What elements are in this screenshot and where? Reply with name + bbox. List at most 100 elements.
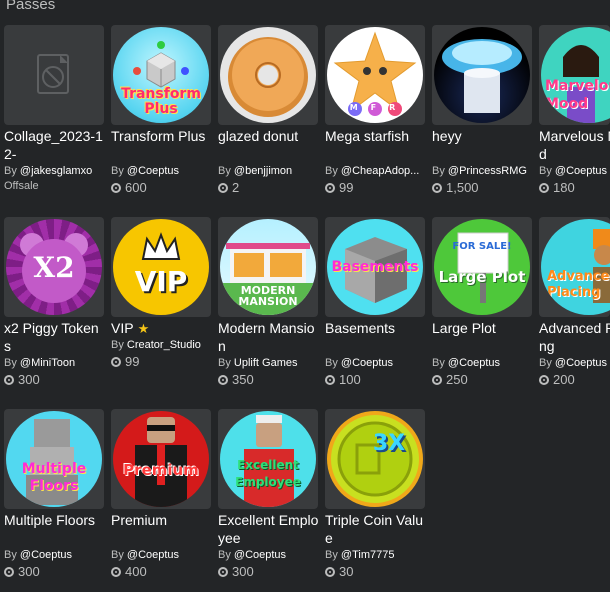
creator-link[interactable]: @benjjimon [234, 165, 292, 177]
creator-link[interactable]: @Coeptus [448, 357, 500, 369]
pass-name[interactable]: Multiple Floors [4, 511, 105, 547]
pass-thumbnail[interactable]: FOR SALE! Large Plot [432, 217, 532, 317]
pass-card-collage[interactable]: Collage_2023-12- By @jakesglamxo Offsale [4, 25, 105, 193]
by-label: By [325, 165, 338, 177]
heyy-image [434, 27, 530, 123]
pass-thumbnail[interactable]: Premium [111, 409, 211, 509]
thumb-caption: X2 [33, 251, 75, 284]
pass-thumbnail[interactable]: Transform Plus [111, 25, 211, 125]
creator-link[interactable]: @Coeptus [555, 357, 607, 369]
pass-thumbnail[interactable]: Basements [325, 217, 425, 317]
pass-name[interactable]: Premium [111, 511, 212, 547]
pass-thumbnail[interactable]: MODERN MANSION [218, 217, 318, 317]
basements-image: Basements [327, 219, 423, 315]
price-value: 30 [339, 564, 354, 579]
pass-thumbnail[interactable]: Advanced Placing [539, 217, 610, 317]
triple-coin-image: 3X [327, 411, 423, 507]
creator-link[interactable]: @CheapAdop... [341, 165, 419, 177]
by-label: By [432, 357, 445, 369]
pass-thumbnail[interactable] [432, 25, 532, 125]
pass-creator: By @Coeptus [111, 163, 212, 179]
price-value: 300 [18, 372, 40, 387]
creator-link[interactable]: Creator_Studio [127, 339, 201, 351]
by-label: By [325, 549, 338, 561]
by-label: By [111, 165, 124, 177]
placeholder-icon [37, 54, 69, 94]
creator-link[interactable]: @PrincessRMG [448, 165, 527, 177]
pass-name[interactable]: Basements [325, 319, 426, 355]
pass-card-basements[interactable]: Basements Basements By @Coeptus 100 [325, 217, 426, 389]
pass-thumbnail[interactable]: Multiple Floors [4, 409, 104, 509]
pass-card-multiple-floors[interactable]: Multiple Floors Multiple Floors By @Coep… [4, 409, 105, 581]
pass-card-heyy[interactable]: heyy By @PrincessRMG 1,500 [432, 25, 533, 197]
pass-name[interactable]: Marvelous Mood [539, 127, 610, 163]
pass-name[interactable]: Transform Plus [111, 127, 212, 163]
pass-name[interactable]: Advanced Placing [539, 319, 610, 355]
pass-thumbnail[interactable] [4, 25, 104, 125]
pass-thumbnail[interactable]: 3X [325, 409, 425, 509]
pass-name[interactable]: Mega starfish [325, 127, 426, 163]
creator-link[interactable]: @Tim7775 [341, 549, 395, 561]
pass-card-transform-plus[interactable]: Transform Plus Transform Plus By @Coeptu… [111, 25, 212, 197]
pass-creator: By @Coeptus [218, 547, 319, 563]
robux-icon [432, 375, 442, 385]
pass-price: 350 [218, 371, 319, 389]
pass-thumbnail[interactable]: X2 [4, 217, 104, 317]
pass-name[interactable]: Collage_2023-12- [4, 127, 105, 163]
pass-name[interactable]: Triple Coin Value [325, 511, 426, 547]
creator-link[interactable]: Uplift Games [234, 357, 298, 369]
creator-link[interactable]: @MiniToon [20, 357, 75, 369]
robux-icon [4, 567, 14, 577]
creator-link[interactable]: @Coeptus [20, 549, 72, 561]
pass-card-mega-starfish[interactable]: MFR Mega starfish By @CheapAdop... 99 [325, 25, 426, 197]
pass-price: 2 [218, 179, 319, 197]
pass-price: 200 [539, 371, 610, 389]
pass-card-vip[interactable]: VIP VIP ★ By Creator_Studio 99 [111, 217, 212, 371]
pass-thumbnail[interactable]: VIP [111, 217, 211, 317]
creator-link[interactable]: @jakesglamxo [20, 165, 92, 177]
robux-icon [218, 375, 228, 385]
pass-card-glazed-donut[interactable]: glazed donut By @benjjimon 2 [218, 25, 319, 197]
pass-thumbnail[interactable]: MFR [325, 25, 425, 125]
pass-price: 1,500 [432, 179, 533, 197]
creator-link[interactable]: @Coeptus [341, 357, 393, 369]
thumb-caption: Premium [123, 461, 199, 479]
pass-thumbnail[interactable]: Excellent Employee [218, 409, 318, 509]
pass-name[interactable]: Excellent Employee [218, 511, 319, 547]
pass-name[interactable]: glazed donut [218, 127, 319, 163]
pass-thumbnail[interactable] [218, 25, 318, 125]
pass-name[interactable]: Large Plot [432, 319, 533, 355]
pass-creator: By @PrincessRMG [432, 163, 533, 179]
star-icon: ★ [137, 321, 150, 336]
thumb-caption: Transform Plus [121, 86, 201, 117]
creator-link[interactable]: @Coeptus [127, 549, 179, 561]
pass-creator: By @benjjimon [218, 163, 319, 179]
modern-mansion-image: MODERN MANSION [220, 219, 316, 315]
creator-link[interactable]: @Coeptus [234, 549, 286, 561]
pass-card-large-plot[interactable]: FOR SALE! Large Plot Large Plot By @Coep… [432, 217, 533, 389]
pass-thumbnail[interactable]: Marvelous Mood [539, 25, 610, 125]
advanced-placing-image: Advanced Placing [541, 219, 610, 315]
pass-creator: By @Tim7775 [325, 547, 426, 563]
creator-link[interactable]: @Coeptus [555, 165, 607, 177]
pass-creator: By @Coeptus [325, 355, 426, 371]
by-label: By [218, 165, 231, 177]
creator-link[interactable]: @Coeptus [127, 165, 179, 177]
price-value: 99 [339, 180, 354, 195]
pass-card-x2-piggy-tokens[interactable]: X2 x2 Piggy Tokens By @MiniToon 300 [4, 217, 105, 389]
pass-name[interactable]: heyy [432, 127, 533, 163]
price-value: 180 [553, 180, 575, 195]
price-value: 1,500 [446, 180, 479, 195]
pass-card-premium[interactable]: Premium Premium By @Coeptus 400 [111, 409, 212, 581]
by-label: By [4, 357, 17, 369]
by-label: By [539, 357, 552, 369]
pass-name[interactable]: x2 Piggy Tokens [4, 319, 105, 355]
pass-card-triple-coin-value[interactable]: 3X Triple Coin Value By @Tim7775 30 [325, 409, 426, 581]
pass-card-excellent-employee[interactable]: Excellent Employee Excellent Employee By… [218, 409, 319, 581]
pass-card-modern-mansion[interactable]: MODERN MANSION Modern Mansion By Uplift … [218, 217, 319, 389]
pass-name[interactable]: Modern Mansion [218, 319, 319, 355]
thumb-caption: VIP [134, 265, 188, 298]
pass-price: 99 [325, 179, 426, 197]
pass-card-advanced-placing[interactable]: Advanced Placing Advanced Placing By @Co… [539, 217, 610, 389]
pass-card-marvelous-mood[interactable]: Marvelous Mood Marvelous Mood By @Coeptu… [539, 25, 610, 197]
